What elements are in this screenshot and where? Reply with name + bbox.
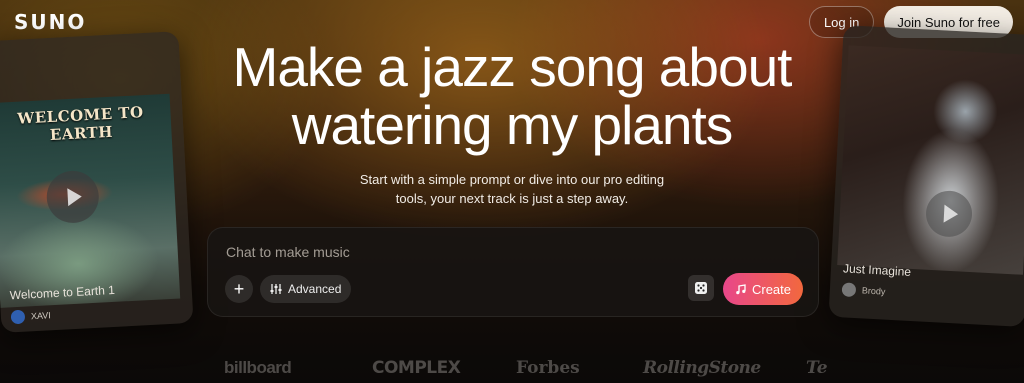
plus-icon: +: [233, 278, 245, 299]
prompt-input[interactable]: [226, 244, 786, 260]
song-title[interactable]: Just Imagine: [843, 261, 912, 279]
rollingstone-logo: RollingStone: [643, 358, 761, 378]
author-name: XAVI: [30, 310, 52, 322]
song-author[interactable]: Brody: [841, 282, 886, 298]
complex-logo: COMPLEX: [372, 358, 461, 378]
hero-subtitle: Start with a simple prompt or dive into …: [0, 170, 1024, 208]
forbes-logo: Forbes: [516, 358, 580, 378]
press-logos: billboard COMPLEX Forbes RollingStone Te: [0, 356, 1024, 383]
subtitle-line-1: Start with a simple prompt or dive into …: [359, 172, 665, 187]
create-label: Create: [751, 281, 792, 297]
press-logo-partial: Te: [806, 358, 828, 378]
random-prompt-button[interactable]: [688, 275, 714, 301]
subtitle-line-2: tools, your next track is just a step aw…: [395, 191, 629, 206]
headline-line-2: watering my plants: [291, 94, 734, 156]
dice-icon: [695, 282, 707, 294]
advanced-label: Advanced: [288, 282, 342, 296]
song-author[interactable]: XAVI: [10, 308, 52, 325]
billboard-logo: billboard: [224, 358, 292, 377]
avatar: [841, 282, 857, 298]
sliders-icon: [270, 284, 282, 294]
create-button[interactable]: Create: [723, 273, 803, 305]
advanced-button[interactable]: Advanced: [260, 275, 352, 303]
suno-logo[interactable]: SUNO: [14, 10, 86, 34]
add-button[interactable]: +: [225, 275, 253, 303]
hero-headline: Make a jazz song about watering my plant…: [0, 38, 1024, 154]
author-name: Brody: [861, 285, 886, 297]
avatar: [10, 309, 26, 325]
music-note-icon: [736, 283, 746, 294]
prompt-box: + Advanced Create: [207, 227, 819, 317]
headline-line-1: Make a jazz song about: [232, 36, 793, 98]
